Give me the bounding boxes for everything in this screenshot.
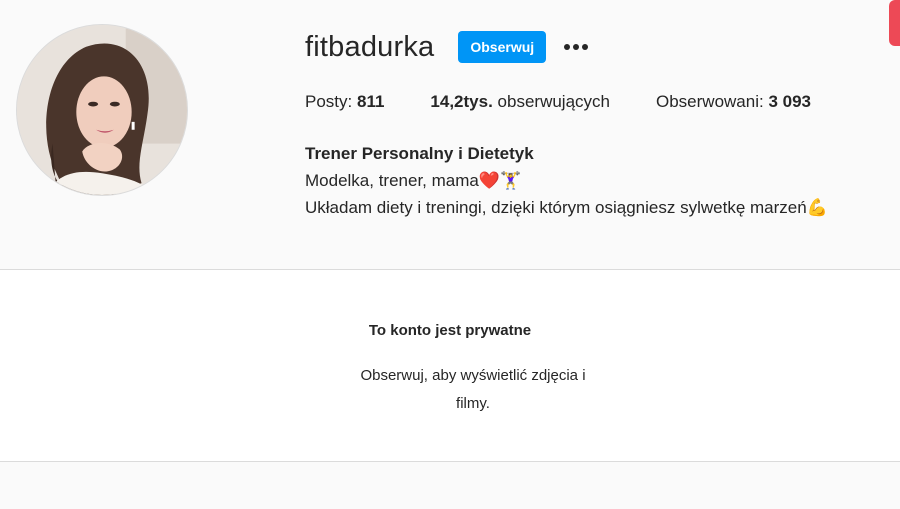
follow-button[interactable]: Obserwuj — [458, 31, 547, 63]
profile-stats: Posty: 811 14,2tys. obserwujących Obserw… — [305, 92, 857, 112]
followers-label: obserwujących — [497, 92, 610, 111]
bio-line: Układam diety i treningi, dzięki którym … — [305, 198, 828, 217]
posts-value: 811 — [356, 92, 385, 111]
followers-value: 14,2tys. — [430, 92, 493, 111]
profile-page: fitbadurka Obserwuj Posty: 811 14,2tys. … — [0, 0, 900, 509]
followers-count[interactable]: 14,2tys. obserwujących — [430, 92, 610, 112]
bio-line: Modelka, trener, mama❤️🏋️‍♀️ — [305, 171, 522, 190]
avatar-photo — [17, 25, 187, 195]
more-horizontal-icon[interactable] — [562, 33, 590, 61]
bio-full-name: Trener Personalny i Dietetyk — [305, 144, 534, 163]
following-label: Obserwowani: — [656, 92, 764, 111]
posts-label: Posty: — [305, 92, 353, 111]
profile-header: fitbadurka Obserwuj Posty: 811 14,2tys. … — [0, 0, 900, 269]
username-row: fitbadurka Obserwuj — [305, 28, 590, 66]
posts-count: Posty: 811 — [305, 92, 384, 112]
profile-username: fitbadurka — [305, 30, 435, 63]
divider — [0, 461, 900, 462]
corner-badge[interactable] — [889, 0, 900, 46]
private-title: To konto jest prywatne — [368, 322, 532, 339]
profile-bio: Trener Personalny i Dietetyk Modelka, tr… — [305, 140, 828, 221]
following-count[interactable]: Obserwowani: 3 093 — [656, 92, 811, 112]
profile-avatar[interactable] — [16, 24, 188, 196]
private-account-notice: To konto jest prywatne Obserwuj, aby wyś… — [0, 270, 900, 461]
private-description: Obserwuj, aby wyświetlić zdjęcia i filmy… — [360, 367, 586, 412]
following-value: 3 093 — [768, 92, 811, 111]
